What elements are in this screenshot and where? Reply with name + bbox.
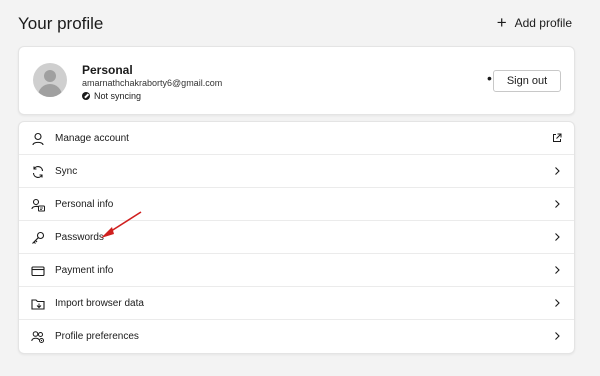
sync-icon [32, 166, 44, 178]
menu-item-import-browser-data[interactable]: Import browser data [19, 287, 574, 320]
import-folder-icon [31, 299, 45, 310]
sync-status: Not syncing [82, 91, 141, 101]
profile-settings-page: Your profile + Add profile Personal amar… [0, 0, 600, 376]
menu-item-manage-account[interactable]: Manage account [19, 122, 574, 155]
credit-card-icon [31, 266, 45, 277]
menu-item-sync[interactable]: Sync [19, 155, 574, 188]
key-icon [32, 231, 45, 244]
add-profile-button[interactable]: + Add profile [496, 13, 572, 32]
sync-status-label: Not syncing [94, 91, 142, 101]
menu-item-label: Personal info [55, 199, 114, 210]
menu-item-label: Passwords [55, 232, 104, 243]
menu-item-label: Sync [55, 166, 78, 177]
menu-item-profile-preferences[interactable]: Profile preferences [19, 320, 574, 353]
chevron-right-icon [555, 233, 560, 241]
menu-item-label: Payment info [55, 265, 114, 276]
person-icon [32, 132, 44, 146]
menu-item-payment-info[interactable]: Payment info [19, 254, 574, 287]
menu-item-label: Manage account [55, 133, 129, 144]
chevron-right-icon [555, 332, 560, 340]
chevron-right-icon [555, 299, 560, 307]
menu-item-personal-info[interactable]: Personal info [19, 188, 574, 221]
menu-item-label: Import browser data [55, 298, 144, 309]
avatar [33, 63, 67, 97]
profile-name: Personal [82, 63, 133, 77]
menu-item-passwords[interactable]: Passwords [19, 221, 574, 254]
profile-menu: Manage account Sync Personal info Passwo… [18, 121, 575, 354]
page-header: Your profile + Add profile [18, 12, 572, 38]
profile-email: amarnathchakraborty6@gmail.com [82, 78, 223, 88]
profile-card: Personal amarnathchakraborty6@gmail.com … [18, 46, 575, 115]
page-title: Your profile [18, 14, 104, 33]
not-syncing-icon [82, 92, 90, 100]
chevron-right-icon [555, 167, 560, 175]
plus-icon: + [496, 13, 507, 32]
chevron-right-icon [555, 200, 560, 208]
sign-out-button[interactable]: Sign out [493, 70, 561, 92]
external-link-icon [553, 133, 562, 142]
add-profile-label: Add profile [514, 16, 572, 30]
person-card-icon [31, 198, 45, 212]
people-settings-icon [31, 331, 44, 343]
menu-item-label: Profile preferences [55, 331, 139, 342]
chevron-right-icon [555, 266, 560, 274]
